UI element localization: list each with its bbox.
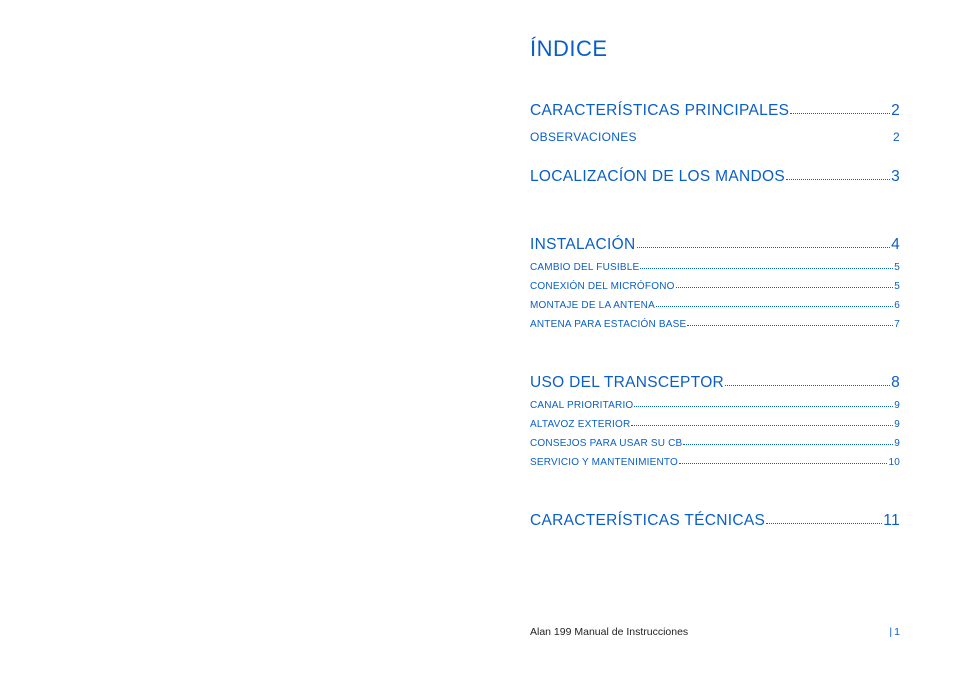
toc-entry-page: 8 <box>891 374 900 392</box>
toc-list: CARACTERÍSTICAS PRINCIPALES2OBSERVACIONE… <box>530 102 900 530</box>
toc-entry-page: 11 <box>883 512 900 530</box>
toc-title: ÍNDICE <box>530 36 900 62</box>
toc-leader-dots <box>634 406 893 407</box>
toc-leader-dots <box>679 463 887 464</box>
toc-leader-dots <box>683 444 893 445</box>
toc-entry-sub[interactable]: CONEXIÓN DEL MICRÓFONO 5 <box>530 281 900 292</box>
toc-entry-sub[interactable]: ALTAVOZ EXTERIOR 9 <box>530 419 900 430</box>
footer-text: Alan 199 Manual de Instrucciones <box>530 626 688 638</box>
toc-entry-main[interactable]: CARACTERÍSTICAS TÉCNICAS 11 <box>530 512 900 530</box>
toc-leader-dots <box>766 523 882 524</box>
toc-gap <box>530 468 900 488</box>
toc-gap <box>530 192 900 212</box>
toc-entry-page: 9 <box>894 419 900 430</box>
toc-entry-sub[interactable]: SERVICIO Y MANTENIMIENTO 10 <box>530 457 900 468</box>
toc-entry-label: LOCALIZACÍON DE LOS MANDOS <box>530 168 785 186</box>
toc-entry-label: CONSEJOS PARA USAR SU CB <box>530 438 682 449</box>
toc-entry-page: 6 <box>894 300 900 311</box>
toc-entry-page: 9 <box>894 438 900 449</box>
toc-entry-label: CANAL PRIORITARIO <box>530 400 633 411</box>
toc-leader-dots <box>676 287 894 288</box>
toc-entry-label: OBSERVACIONES <box>530 130 637 144</box>
toc-entry-sub[interactable]: CANAL PRIORITARIO 9 <box>530 400 900 411</box>
toc-leader-dots <box>631 425 893 426</box>
toc-entry-page: 10 <box>888 457 900 468</box>
toc-entry-label: CONEXIÓN DEL MICRÓFONO <box>530 281 675 292</box>
toc-entry-label: CARACTERÍSTICAS PRINCIPALES <box>530 102 789 120</box>
toc-gap <box>530 330 900 350</box>
toc-entry-page: 2 <box>891 102 900 120</box>
toc-entry-main[interactable]: INSTALACIÓN 4 <box>530 236 900 254</box>
toc-entry-label: USO DEL TRANSCEPTOR <box>530 374 724 392</box>
toc-leader-dots <box>687 325 893 326</box>
toc-entry-label: SERVICIO Y MANTENIMIENTO <box>530 457 678 468</box>
toc-entry-page: 2 <box>893 130 900 144</box>
toc-leader-dots <box>790 113 890 114</box>
toc-leader-dots <box>640 268 893 269</box>
toc-container: ÍNDICE CARACTERÍSTICAS PRINCIPALES2OBSER… <box>530 36 900 536</box>
toc-entry-main[interactable]: LOCALIZACÍON DE LOS MANDOS 3 <box>530 168 900 186</box>
toc-entry-page: 9 <box>894 400 900 411</box>
toc-entry-label: CARACTERÍSTICAS TÉCNICAS <box>530 512 765 530</box>
toc-entry-main[interactable]: CARACTERÍSTICAS PRINCIPALES 2 <box>530 102 900 120</box>
toc-leader-dots <box>786 179 890 180</box>
toc-entry-label: INSTALACIÓN <box>530 236 636 254</box>
toc-entry-main[interactable]: USO DEL TRANSCEPTOR 8 <box>530 374 900 392</box>
toc-entry-label: CAMBIO DEL FUSIBLE <box>530 262 639 273</box>
toc-entry-page: 5 <box>894 281 900 292</box>
page-footer: Alan 199 Manual de Instrucciones |1 <box>530 626 900 638</box>
toc-entry-sub[interactable]: OBSERVACIONES 2 <box>530 130 900 144</box>
toc-leader-dots <box>725 385 890 386</box>
toc-entry-sub[interactable]: ANTENA PARA ESTACIÓN BASE 7 <box>530 319 900 330</box>
toc-entry-page: 3 <box>891 168 900 186</box>
toc-entry-label: ALTAVOZ EXTERIOR <box>530 419 630 430</box>
toc-entry-page: 7 <box>894 319 900 330</box>
toc-entry-label: MONTAJE DE LA ANTENA <box>530 300 655 311</box>
toc-entry-page: 5 <box>894 262 900 273</box>
toc-entry-sub[interactable]: MONTAJE DE LA ANTENA 6 <box>530 300 900 311</box>
toc-entry-sub[interactable]: CAMBIO DEL FUSIBLE 5 <box>530 262 900 273</box>
toc-entry-sub[interactable]: CONSEJOS PARA USAR SU CB 9 <box>530 438 900 449</box>
toc-entry-label: ANTENA PARA ESTACIÓN BASE <box>530 319 686 330</box>
toc-leader-dots <box>656 306 893 307</box>
toc-leader-dots <box>637 247 891 248</box>
toc-entry-page: 4 <box>891 236 900 254</box>
footer-page: |1 <box>889 626 900 638</box>
